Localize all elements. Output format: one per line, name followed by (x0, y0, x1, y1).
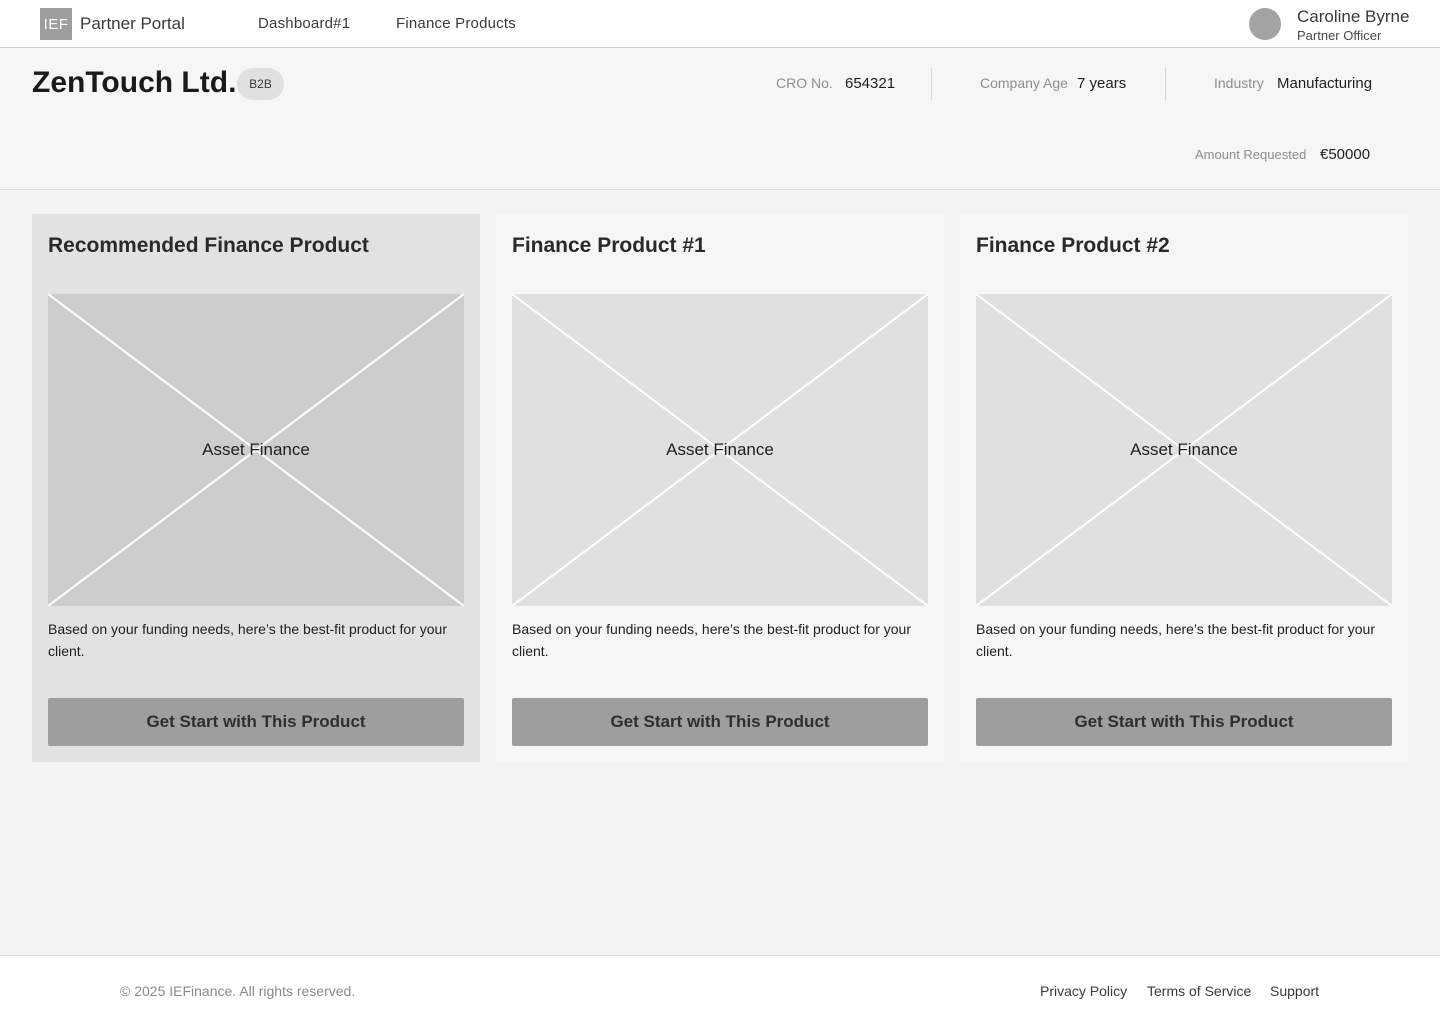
portal-name: Partner Portal (80, 14, 185, 33)
product-image-placeholder: Asset Finance (48, 294, 464, 606)
company-header: ZenTouch Ltd. B2B CRO No. 654321 Company… (0, 48, 1440, 190)
nav-link-finance-products[interactable]: Finance Products (396, 15, 516, 32)
top-navigation-bar: IEF Partner Portal Dashboard#1 Finance P… (0, 0, 1440, 48)
amount-requested-label: Amount Requested (1195, 147, 1307, 162)
product-image-placeholder: Asset Finance (512, 294, 928, 606)
user-name: Caroline Byrne (1297, 7, 1410, 26)
product-image-label: Asset Finance (202, 440, 310, 459)
meta-divider (931, 68, 932, 100)
finance-product-2-card: Finance Product #2 Asset Finance Based o… (960, 214, 1408, 762)
user-role: Partner Officer (1297, 28, 1382, 43)
meta-divider (1165, 68, 1166, 100)
privacy-policy-link[interactable]: Privacy Policy (1040, 983, 1127, 999)
company-age-label: Company Age (980, 75, 1068, 91)
footer: © 2025 IEFinance. All rights reserved. P… (0, 955, 1440, 1024)
product-image-label: Asset Finance (1130, 440, 1238, 459)
card-description: Based on your funding needs, here’s the … (976, 621, 1375, 659)
card-title: Recommended Finance Product (48, 234, 369, 257)
company-age-value: 7 years (1077, 75, 1127, 92)
amount-requested-value: €50000 (1320, 146, 1371, 163)
get-start-button[interactable]: Get Start with This Product (976, 698, 1392, 746)
user-avatar[interactable] (1249, 8, 1281, 40)
company-name: ZenTouch Ltd. (32, 66, 237, 99)
card-description: Based on your funding needs, here’s the … (48, 621, 447, 659)
logo[interactable]: IEF (40, 8, 72, 40)
get-start-button[interactable]: Get Start with This Product (48, 698, 464, 746)
product-image-label: Asset Finance (666, 440, 774, 459)
get-start-button[interactable]: Get Start with This Product (512, 698, 928, 746)
industry-value: Manufacturing (1277, 75, 1373, 92)
support-link[interactable]: Support (1270, 983, 1319, 999)
cro-value: 654321 (845, 75, 896, 92)
finance-product-1-card: Finance Product #1 Asset Finance Based o… (496, 214, 944, 762)
cro-label: CRO No. (776, 75, 833, 91)
industry-label: Industry (1214, 75, 1264, 91)
nav-link-dashboard[interactable]: Dashboard#1 (258, 15, 350, 32)
product-image-placeholder: Asset Finance (976, 294, 1392, 606)
card-title: Finance Product #2 (976, 234, 1170, 257)
recommended-product-card: Recommended Finance Product Asset Financ… (32, 214, 480, 762)
company-type-badge: B2B (237, 68, 284, 100)
terms-of-service-link[interactable]: Terms of Service (1147, 983, 1251, 999)
card-title: Finance Product #1 (512, 234, 706, 257)
card-description: Based on your funding needs, here’s the … (512, 621, 911, 659)
copyright-text: © 2025 IEFinance. All rights reserved. (120, 983, 356, 999)
